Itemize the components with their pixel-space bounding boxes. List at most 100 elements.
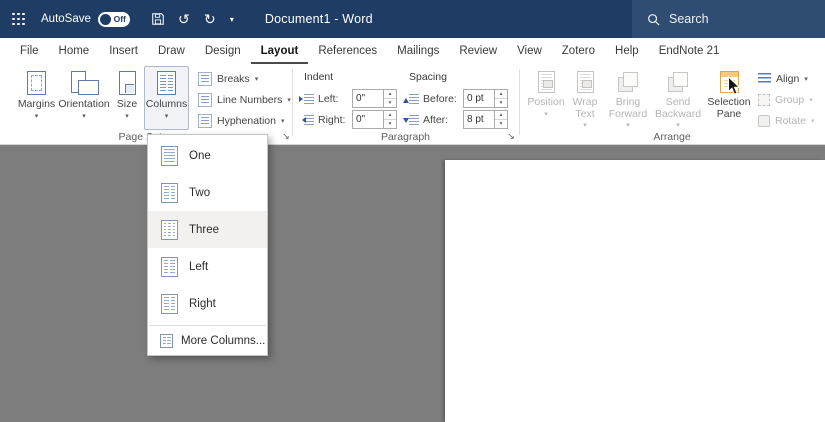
orientation-label: Orientation [58,98,110,110]
indent-left-row: Left: ▴ ▾ [299,89,397,108]
spacing-after-input[interactable] [463,110,495,129]
save-button[interactable] [147,8,169,30]
margins-icon [27,71,46,95]
tab-file[interactable]: File [10,38,49,64]
autosave-state: Off [113,14,126,24]
spacing-after-spinner: ▴ ▾ [463,110,508,129]
tab-endnote-21[interactable]: EndNote 21 [649,38,730,64]
app-launcher-icon[interactable] [12,12,25,26]
indent-heading: Indent [304,71,334,83]
line-numbers-icon [198,92,212,107]
undo-button[interactable]: ↺ [173,8,195,30]
position-icon [537,71,555,93]
size-icon [118,71,136,95]
tab-layout[interactable]: Layout [251,38,309,64]
group-button: Group ▾ [758,90,813,109]
chevron-down-icon: ▾ [804,75,808,83]
indent-right-label: Right: [318,113,346,126]
columns-menu-item-two[interactable]: Two [148,174,267,211]
line-numbers-button[interactable]: Line Numbers ▾ [198,90,291,109]
position-label: Position [527,96,565,108]
search-label: Search [669,12,709,26]
columns-menu-item-three[interactable]: Three [148,211,267,248]
menu-item-label: Two [189,186,211,199]
page-setup-dialog-launcher[interactable]: ↘ [280,130,292,142]
tab-design[interactable]: Design [195,38,251,64]
spin-up-button[interactable]: ▴ [384,111,396,120]
arrange-group-label: Arrange [653,131,691,143]
columns-icon [157,71,176,95]
rotate-label: Rotate [775,114,806,127]
more-columns-icon [160,334,173,348]
orientation-button[interactable]: Orientation ▾ [57,66,111,130]
spacing-before-input[interactable] [463,89,495,108]
selection-pane-label: Selection Pane [707,96,751,120]
spin-down-button[interactable]: ▾ [495,120,507,128]
word-window: AutoSave Off ↺ ↻ ▾ Document1 - Word Sear… [0,0,825,422]
chevron-down-icon: ▾ [809,96,813,104]
tab-insert[interactable]: Insert [99,38,148,64]
tab-zotero[interactable]: Zotero [552,38,605,64]
spin-down-button[interactable]: ▾ [384,120,396,128]
line-numbers-label: Line Numbers [217,93,283,106]
chevron-down-icon: ▾ [287,96,291,104]
chevron-down-icon: ▾ [164,112,169,120]
redo-button[interactable]: ↻ [199,8,221,30]
columns-menu-item-one[interactable]: One [148,137,267,174]
more-columns-item[interactable]: More Columns... [148,329,267,353]
group-objects-icon [758,93,770,106]
spacing-heading: Spacing [409,71,447,83]
breaks-label: Breaks [217,72,250,85]
wrap-text-icon [576,71,594,93]
tab-view[interactable]: View [507,38,552,64]
columns-left-icon [161,256,178,277]
spin-up-button[interactable]: ▴ [384,90,396,99]
wrap-text-button: Wrap Text ▾ [566,66,604,130]
quick-access-more-button[interactable]: ▾ [225,8,239,30]
hyphenation-button[interactable]: Hyphenation ▾ [198,111,284,130]
menu-item-label: Left [189,260,209,273]
hyphenation-label: Hyphenation [217,114,276,127]
indent-right-icon [300,114,314,126]
document-page[interactable] [445,160,825,422]
bring-forward-label: Bring Forward [608,96,648,120]
save-icon [152,13,164,25]
columns-button[interactable]: Columns ▾ [144,66,189,130]
tab-draw[interactable]: Draw [148,38,195,64]
tab-help[interactable]: Help [605,38,649,64]
columns-menu-item-left[interactable]: Left [148,248,267,285]
bring-forward-button: Bring Forward ▾ [605,66,651,130]
paragraph-dialog-launcher[interactable]: ↘ [505,130,517,142]
size-button[interactable]: Size ▾ [111,66,143,130]
spacing-before-spinner: ▴ ▾ [463,89,508,108]
spacing-before-icon [403,93,419,105]
spin-down-button[interactable]: ▾ [495,99,507,107]
spin-down-button[interactable]: ▾ [384,99,396,107]
rotate-icon [758,114,770,127]
columns-label: Columns [145,98,188,110]
spacing-after-label: After: [423,113,449,126]
indent-left-input[interactable] [352,89,384,108]
group-label: Group [775,93,805,106]
search-box[interactable]: Search [632,0,825,38]
indent-right-input[interactable] [352,110,384,129]
position-button: Position ▾ [526,66,566,130]
chevron-down-icon: ▾ [810,117,815,125]
bring-forward-icon [617,71,639,93]
spin-up-button[interactable]: ▴ [495,90,507,99]
spin-up-button[interactable]: ▴ [495,111,507,120]
tab-review[interactable]: Review [449,38,507,64]
autosave-toggle[interactable]: Off [97,11,130,27]
tab-mailings[interactable]: Mailings [387,38,449,64]
menu-item-label: Right [189,297,216,310]
search-icon [648,13,660,25]
align-button[interactable]: Align ▾ [758,69,808,88]
menu-item-label: One [189,149,211,162]
indent-right-spinner: ▴ ▾ [352,110,397,129]
align-label: Align [776,72,800,85]
breaks-button[interactable]: Breaks ▾ [198,69,258,88]
columns-menu-item-right[interactable]: Right [148,285,267,322]
tab-references[interactable]: References [308,38,387,64]
margins-button[interactable]: Margins ▾ [14,66,59,130]
tab-home[interactable]: Home [49,38,100,64]
